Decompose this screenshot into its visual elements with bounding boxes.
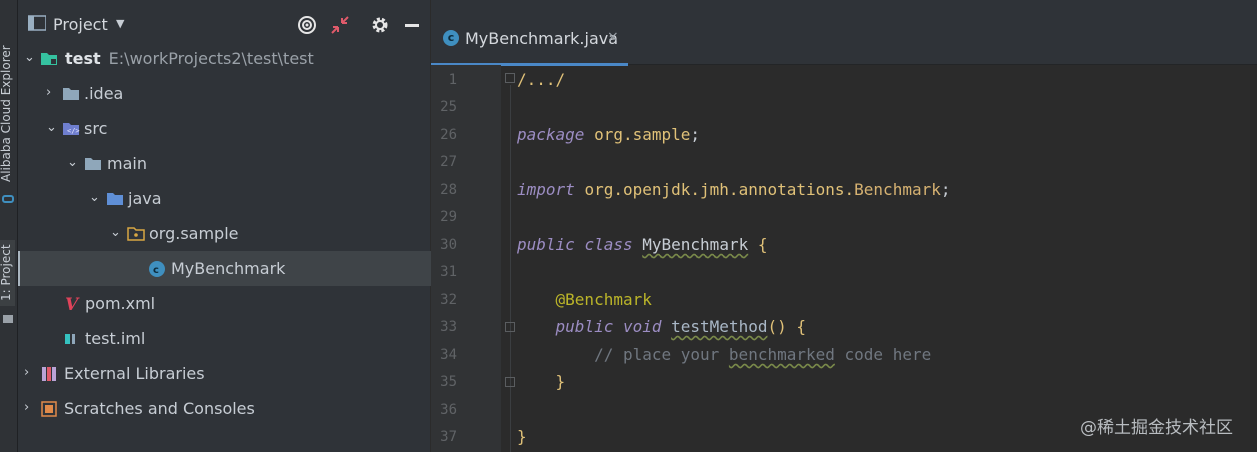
line-number: 35 bbox=[440, 374, 457, 390]
project-view-icon bbox=[27, 15, 47, 31]
tree-item-org-sample[interactable]: ⌄ org.sample bbox=[18, 216, 430, 251]
chevron-down-icon[interactable]: ⌄ bbox=[46, 120, 58, 135]
tool-window-strip: Alibaba Cloud Explorer 1: Project bbox=[0, 0, 18, 452]
chevron-down-icon[interactable]: ▼ bbox=[116, 17, 124, 30]
module-path: E:\workProjects2\test\test bbox=[108, 49, 314, 68]
package-icon bbox=[127, 225, 145, 242]
chevron-down-icon[interactable]: ⌄ bbox=[24, 50, 36, 65]
project-panel-toolbar: Project ▼ bbox=[18, 0, 430, 38]
code-line-35: } bbox=[555, 372, 566, 391]
close-icon[interactable]: × bbox=[607, 29, 619, 45]
watermark: @稀土掘金技术社区 bbox=[1080, 418, 1233, 438]
chevron-right-icon[interactable]: › bbox=[24, 400, 36, 415]
tree-item-label: MyBenchmark bbox=[171, 259, 286, 278]
svg-text:</>: </> bbox=[67, 127, 80, 135]
line-number: 29 bbox=[440, 209, 457, 225]
module-folder-icon bbox=[40, 50, 58, 67]
editor-tab-mybenchmark[interactable]: c MyBenchmark.java × bbox=[431, 20, 628, 66]
tree-item-scratches[interactable]: › Scratches and Consoles bbox=[18, 391, 430, 426]
line-number: 33 bbox=[440, 319, 457, 335]
locate-target-icon[interactable] bbox=[296, 14, 318, 36]
line-number: 28 bbox=[440, 182, 457, 198]
tree-item-test[interactable]: ⌄ test E:\workProjects2\test\test bbox=[18, 41, 430, 76]
fold-guide bbox=[510, 85, 511, 452]
tree-item-test-iml[interactable]: test.iml bbox=[18, 321, 430, 356]
java-class-icon: c bbox=[148, 260, 166, 277]
iml-icon bbox=[63, 330, 81, 347]
code-line-34: // place your benchmarked code here bbox=[594, 345, 932, 364]
line-number: 37 bbox=[440, 429, 457, 445]
project-panel: Project ▼ ⌄ test E:\workProjects2\test\te… bbox=[18, 0, 432, 452]
project-view-title[interactable]: Project bbox=[53, 15, 108, 34]
fold-marker-icon[interactable] bbox=[505, 73, 515, 83]
chevron-right-icon[interactable]: › bbox=[46, 85, 58, 100]
code-line-30: public class MyBenchmark { bbox=[517, 235, 768, 254]
tree-item-idea[interactable]: › .idea bbox=[18, 76, 430, 111]
tree-item-external-libraries[interactable]: › External Libraries bbox=[18, 356, 430, 391]
tree-item-java[interactable]: ⌄ java bbox=[18, 181, 430, 216]
tree-item-label: java bbox=[128, 189, 162, 208]
hide-panel-icon[interactable] bbox=[402, 14, 424, 36]
tree-item-main[interactable]: ⌄ main bbox=[18, 146, 430, 181]
code-line-1: /.../ bbox=[517, 70, 566, 89]
project-folder-icon bbox=[2, 310, 13, 323]
source-root-icon bbox=[106, 190, 124, 207]
tree-item-label: External Libraries bbox=[64, 364, 205, 383]
cloud-explorer-icon bbox=[2, 190, 14, 203]
line-number: 32 bbox=[440, 292, 457, 308]
chevron-down-icon[interactable]: ⌄ bbox=[110, 225, 122, 240]
line-number: 1 bbox=[448, 72, 457, 88]
libraries-icon bbox=[40, 365, 58, 382]
fold-marker-icon[interactable] bbox=[505, 377, 515, 387]
line-number-gutter: 1 25 26 27 28 29 30 31 32 33 34 35 36 37 bbox=[431, 65, 501, 452]
alibaba-cloud-explorer-tab[interactable]: Alibaba Cloud Explorer bbox=[0, 40, 13, 182]
tree-item-label: test.iml bbox=[85, 329, 146, 348]
tree-item-label: pom.xml bbox=[85, 294, 156, 313]
tree-item-label: .idea bbox=[84, 84, 124, 103]
line-number: 26 bbox=[440, 127, 457, 143]
maven-icon: V bbox=[63, 295, 81, 315]
editor-tab-bar: c MyBenchmark.java × bbox=[431, 0, 1257, 66]
code-line-32: @Benchmark bbox=[555, 290, 652, 309]
editor-tab-label: MyBenchmark.java bbox=[465, 29, 619, 48]
chevron-right-icon[interactable]: › bbox=[24, 365, 36, 380]
svg-text:V: V bbox=[65, 295, 80, 313]
tree-item-label: src bbox=[84, 119, 108, 138]
code-line-26: package org.sample; bbox=[517, 125, 701, 144]
folder-icon bbox=[84, 155, 102, 172]
tree-item-mybenchmark[interactable]: c MyBenchmark bbox=[18, 251, 432, 286]
tree-item-src[interactable]: ⌄ </> src bbox=[18, 111, 430, 146]
line-number: 31 bbox=[440, 264, 457, 280]
code-editor: c MyBenchmark.java × 1 25 26 27 28 29 30… bbox=[431, 0, 1257, 452]
code-line-28: import org.openjdk.jmh.annotations.Bench… bbox=[517, 180, 951, 199]
code-line-33: public void testMethod() { bbox=[555, 317, 807, 336]
line-number: 36 bbox=[440, 402, 457, 418]
line-number: 30 bbox=[440, 237, 457, 253]
tree-item-label: Scratches and Consoles bbox=[64, 399, 255, 418]
fold-marker-icon[interactable] bbox=[505, 322, 515, 332]
folder-icon bbox=[62, 85, 80, 102]
collapse-all-icon[interactable] bbox=[329, 14, 351, 36]
line-number: 34 bbox=[440, 347, 457, 363]
tree-item-label: org.sample bbox=[149, 224, 239, 243]
code-line-37: } bbox=[517, 427, 527, 446]
svg-text:c: c bbox=[153, 265, 159, 276]
scratches-icon bbox=[40, 400, 58, 417]
line-number: 25 bbox=[440, 99, 457, 115]
chevron-down-icon[interactable]: ⌄ bbox=[89, 190, 101, 205]
java-class-icon: c bbox=[443, 30, 459, 46]
tree-item-pom-xml[interactable]: V pom.xml bbox=[18, 286, 430, 321]
project-tool-tab[interactable]: 1: Project bbox=[0, 240, 15, 306]
tree-item-label: main bbox=[107, 154, 147, 173]
gear-icon[interactable] bbox=[369, 14, 391, 36]
chevron-down-icon[interactable]: ⌄ bbox=[67, 155, 79, 170]
tree-item-label: test bbox=[65, 49, 101, 68]
line-number: 27 bbox=[440, 154, 457, 170]
source-folder-icon: </> bbox=[62, 120, 80, 137]
